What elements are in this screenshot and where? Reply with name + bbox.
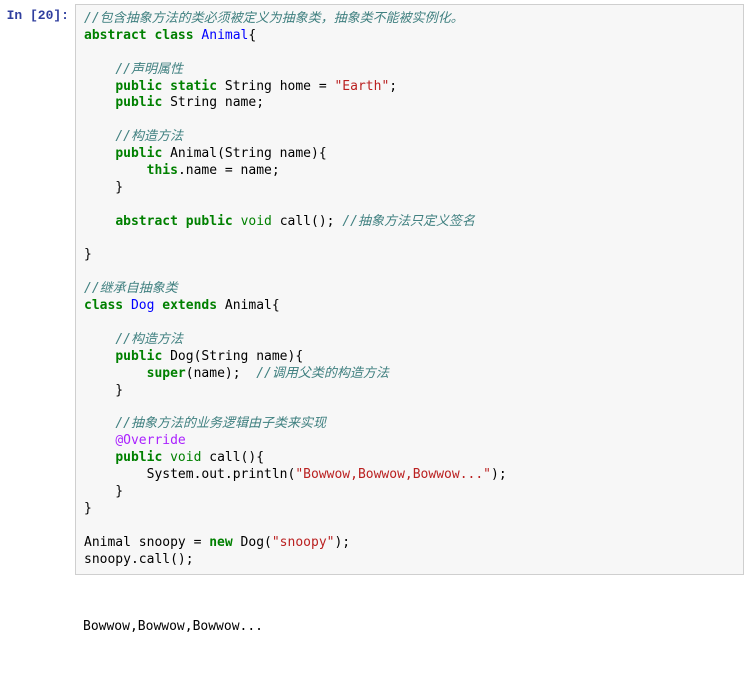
code-content: //包含抽象方法的类必须被定义为抽象类，抽象类不能被实例化。 abstract … (84, 11, 735, 568)
input-cell: In [20]: //包含抽象方法的类必须被定义为抽象类，抽象类不能被实例化。 … (0, 0, 744, 579)
output-prompt (0, 583, 75, 587)
input-prompt: In [20]: (0, 4, 75, 23)
output-area: Bowwow,Bowwow,Bowwow... (75, 583, 744, 672)
output-content: Bowwow,Bowwow,Bowwow... (83, 619, 736, 636)
code-area[interactable]: //包含抽象方法的类必须被定义为抽象类，抽象类不能被实例化。 abstract … (75, 4, 744, 575)
output-cell: Bowwow,Bowwow,Bowwow... (0, 579, 744, 676)
